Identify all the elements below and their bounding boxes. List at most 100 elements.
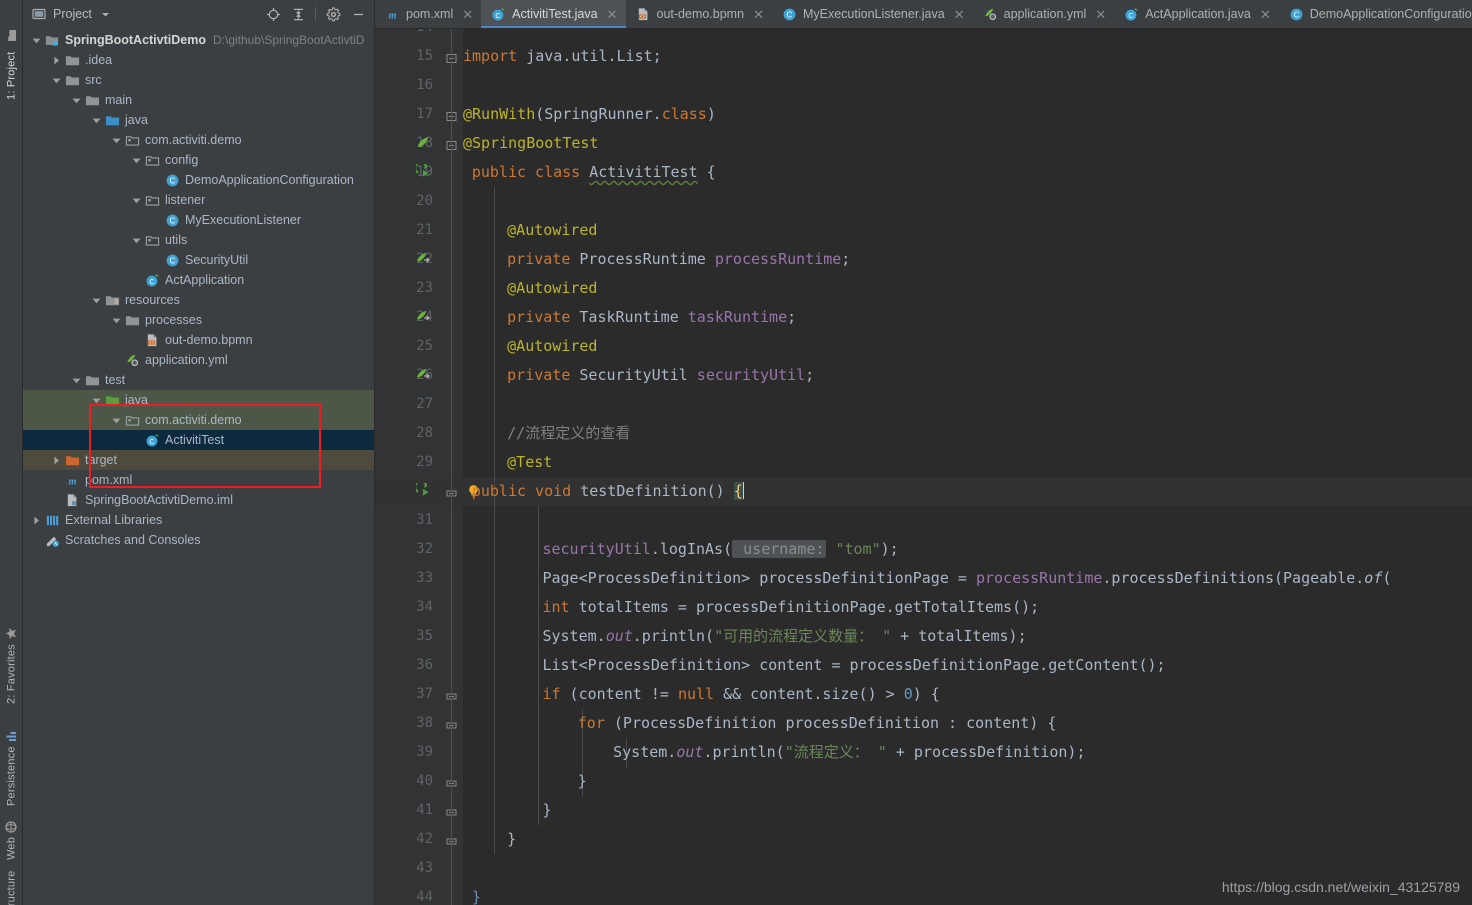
run-test-method-icon[interactable] bbox=[414, 480, 432, 499]
tree-node--idea[interactable]: .idea bbox=[23, 50, 374, 70]
tool-tab-web[interactable]: Web bbox=[0, 798, 23, 860]
chevron-down-icon[interactable] bbox=[131, 235, 142, 246]
code-line-32[interactable]: securityUtil.logInAs( username: "tom"); bbox=[542, 535, 899, 564]
tree-node-application-yml[interactable]: application.yml bbox=[23, 350, 374, 370]
tree-node-securityutil[interactable]: C SecurityUtil bbox=[23, 250, 374, 270]
code-line-17[interactable]: @RunWith(SpringRunner.class) bbox=[463, 100, 716, 129]
close-icon[interactable]: ✕ bbox=[462, 8, 473, 21]
code-line-21[interactable]: @Autowired bbox=[507, 216, 597, 245]
chevron-right-icon[interactable] bbox=[31, 515, 42, 526]
code-line-24[interactable]: private TaskRuntime taskRuntime; bbox=[507, 303, 796, 332]
chevron-down-icon[interactable] bbox=[131, 155, 142, 166]
chevron-right-icon[interactable] bbox=[51, 455, 62, 466]
code-line-25[interactable]: @Autowired bbox=[507, 332, 597, 361]
tree-node-pom-xml[interactable]: m pom.xml bbox=[23, 470, 374, 490]
code-line-36[interactable]: List<ProcessDefinition> content = proces… bbox=[542, 651, 1165, 680]
chevron-down-icon[interactable] bbox=[51, 75, 62, 86]
code-content[interactable]: import java.util.List; @RunWith(SpringRun… bbox=[375, 29, 1472, 905]
tree-node-myexecutionlistener[interactable]: C MyExecutionListener bbox=[23, 210, 374, 230]
chevron-down-icon[interactable] bbox=[111, 415, 122, 426]
chevron-down-icon[interactable] bbox=[98, 6, 114, 22]
code-line-42[interactable]: } bbox=[507, 825, 516, 854]
close-icon[interactable]: ✕ bbox=[607, 8, 618, 21]
code-line-22[interactable]: private ProcessRuntime processRuntime; bbox=[507, 245, 850, 274]
chevron-down-icon[interactable] bbox=[71, 95, 82, 106]
spring-bean-autowired-icon[interactable] bbox=[416, 251, 432, 267]
tree-node-external-libraries[interactable]: External Libraries bbox=[23, 510, 374, 530]
chevron-right-icon[interactable] bbox=[51, 55, 62, 66]
tree-node-demoapplicationconfiguration[interactable]: C DemoApplicationConfiguration bbox=[23, 170, 374, 190]
editor-tab-pom-xml[interactable]: m pom.xml ✕ bbox=[375, 0, 481, 28]
collapse-all-icon[interactable] bbox=[290, 6, 306, 22]
spring-bean-autowired-icon[interactable] bbox=[416, 309, 432, 325]
code-line-37[interactable]: if (content != null && content.size() > … bbox=[542, 680, 939, 709]
tree-node-com-activiti-demo[interactable]: com.activiti.demo bbox=[23, 410, 374, 430]
code-line-38[interactable]: for (ProcessDefinition processDefinition… bbox=[578, 709, 1057, 738]
minimize-icon[interactable] bbox=[350, 6, 366, 22]
editor-tab-myexecutionlistener-java[interactable]: C MyExecutionListener.java ✕ bbox=[772, 0, 973, 28]
tree-node-actapplication[interactable]: C ActApplication bbox=[23, 270, 374, 290]
chevron-down-icon[interactable] bbox=[91, 295, 102, 306]
tree-node-processes[interactable]: processes bbox=[23, 310, 374, 330]
tree-node-target[interactable]: target bbox=[23, 450, 374, 470]
tree-node-config[interactable]: config bbox=[23, 150, 374, 170]
chevron-down-icon[interactable] bbox=[111, 315, 122, 326]
tree-node-activititest[interactable]: C ActivitiTest bbox=[23, 430, 374, 450]
code-line-28[interactable]: //流程定义的查看 bbox=[507, 419, 630, 448]
close-icon[interactable]: ✕ bbox=[1260, 8, 1271, 21]
tree-node-com-activiti-demo[interactable]: com.activiti.demo bbox=[23, 130, 374, 150]
spring-leaf-icon[interactable] bbox=[416, 135, 432, 151]
tree-node-java[interactable]: java bbox=[23, 110, 374, 130]
tree-node-springbootactivtidemo-iml[interactable]: SpringBootActivtiDemo.iml bbox=[23, 490, 374, 510]
tree-node-resources[interactable]: resources bbox=[23, 290, 374, 310]
close-icon[interactable]: ✕ bbox=[954, 8, 965, 21]
tree-node-test[interactable]: test bbox=[23, 370, 374, 390]
code-line-26[interactable]: private SecurityUtil securityUtil; bbox=[507, 361, 814, 390]
tree-node-src[interactable]: src bbox=[23, 70, 374, 90]
tool-tab-structure[interactable]: Structure bbox=[0, 857, 23, 905]
spring-bean-autowired-icon[interactable] bbox=[416, 367, 432, 383]
close-icon[interactable]: ✕ bbox=[753, 8, 764, 21]
close-icon[interactable]: ✕ bbox=[1095, 8, 1106, 21]
code-editor[interactable]: 1415161718192021222324252627282930313233… bbox=[375, 29, 1472, 905]
chevron-down-icon[interactable] bbox=[91, 395, 102, 406]
tree-node-utils[interactable]: utils bbox=[23, 230, 374, 250]
editor-tab-application-yml[interactable]: application.yml ✕ bbox=[973, 0, 1115, 28]
chevron-down-icon[interactable] bbox=[31, 35, 42, 46]
code-line-29[interactable]: @Test bbox=[507, 448, 552, 477]
editor-tab-out-demo-bpmn[interactable]: <> out-demo.bpmn ✕ bbox=[626, 0, 772, 28]
tool-tab-favorites[interactable]: 2: Favorites bbox=[0, 592, 23, 704]
code-line-34[interactable]: int totalItems = processDefinitionPage.g… bbox=[542, 593, 1039, 622]
code-line-23[interactable]: @Autowired bbox=[507, 274, 597, 303]
code-line-18[interactable]: @SpringBootTest bbox=[463, 129, 598, 158]
run-test-class-icon[interactable] bbox=[414, 161, 432, 180]
code-line-30[interactable]: public void testDefinition() { bbox=[472, 477, 744, 506]
tool-tab-project[interactable]: 1: Project bbox=[0, 4, 23, 100]
project-title-group[interactable]: Project bbox=[31, 6, 114, 22]
tree-node-main[interactable]: main bbox=[23, 90, 374, 110]
tree-node-scratches-and-consoles[interactable]: Scratches and Consoles bbox=[23, 530, 374, 550]
code-line-40[interactable]: } bbox=[578, 767, 587, 796]
chevron-down-icon[interactable] bbox=[91, 115, 102, 126]
tool-tab-persistence[interactable]: Persistence bbox=[0, 706, 23, 806]
tree-node-java[interactable]: java bbox=[23, 390, 374, 410]
code-line-15[interactable]: import java.util.List; bbox=[463, 42, 662, 71]
code-line-39[interactable]: System.out.println("流程定义： " + processDef… bbox=[613, 738, 1085, 767]
editor-tab-actapplication-java[interactable]: C ActApplication.java ✕ bbox=[1114, 0, 1279, 28]
code-line-33[interactable]: Page<ProcessDefinition> processDefinitio… bbox=[542, 564, 1391, 593]
project-tree[interactable]: SpringBootActivtiDemo D:\github\SpringBoo… bbox=[23, 28, 374, 550]
tree-node-springbootactivtidemo[interactable]: SpringBootActivtiDemo D:\github\SpringBoo… bbox=[23, 30, 374, 50]
tree-node-out-demo-bpmn[interactable]: <> out-demo.bpmn bbox=[23, 330, 374, 350]
editor-tab-demoapplicationconfiguration-java[interactable]: CDemoApplicationConfiguration.java✕ bbox=[1279, 0, 1472, 28]
code-line-44[interactable]: } bbox=[472, 883, 481, 905]
editor-tab-bar[interactable]: m pom.xml ✕ C ActivitiTest.java ✕ <> out-demo.b… bbox=[375, 0, 1472, 29]
chevron-down-icon[interactable] bbox=[131, 195, 142, 206]
gear-icon[interactable] bbox=[325, 6, 341, 22]
locate-icon[interactable] bbox=[265, 6, 281, 22]
editor-tab-activititest-java[interactable]: C ActivitiTest.java ✕ bbox=[481, 0, 626, 28]
chevron-down-icon[interactable] bbox=[111, 135, 122, 146]
chevron-down-icon[interactable] bbox=[71, 375, 82, 386]
code-line-41[interactable]: } bbox=[542, 796, 551, 825]
tree-node-listener[interactable]: listener bbox=[23, 190, 374, 210]
code-line-19[interactable]: public class ActivitiTest { bbox=[472, 158, 716, 187]
